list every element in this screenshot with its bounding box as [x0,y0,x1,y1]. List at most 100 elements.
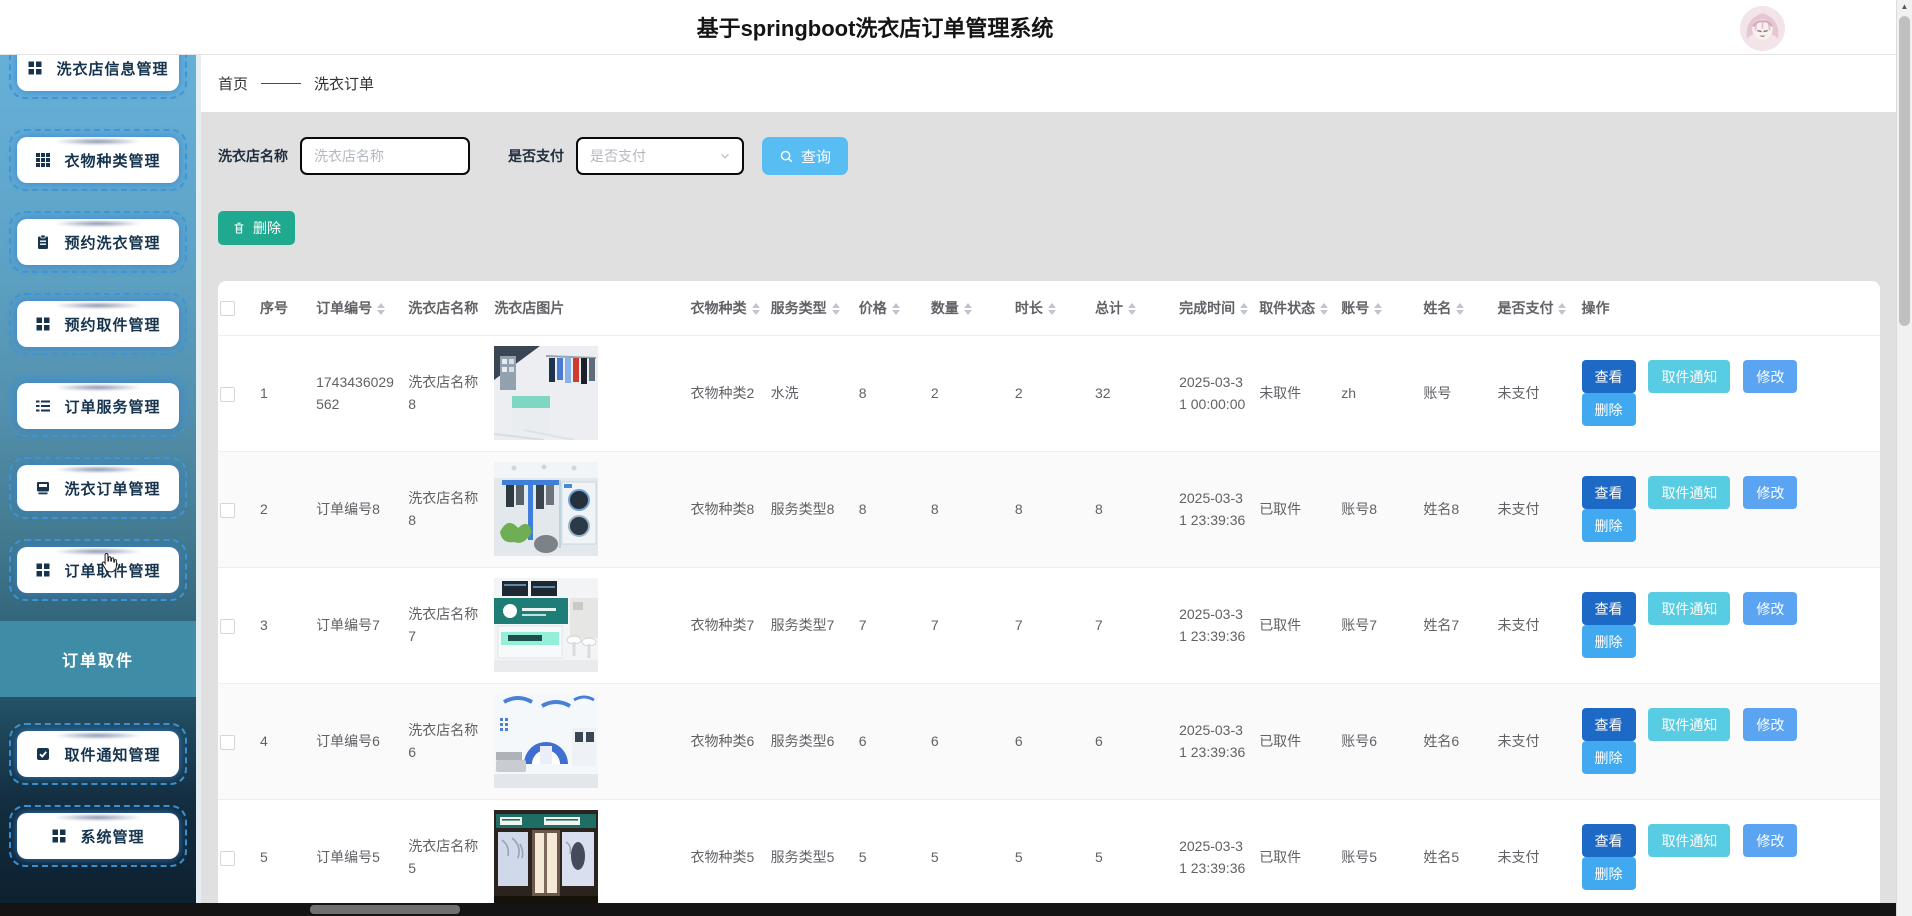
row-checkbox[interactable] [220,735,235,750]
cell-total: 7 [1093,567,1177,683]
delete-button[interactable]: 删除 [1582,741,1636,774]
pay-status-select[interactable]: 是否支付 [576,137,744,175]
sidebar-scrollbar[interactable] [196,55,201,903]
sort-icon[interactable] [1320,303,1328,315]
horizontal-scroll-thumb[interactable] [310,905,460,914]
check-square-icon [35,746,51,762]
sort-icon[interactable] [752,303,760,315]
col-header-finish-time[interactable]: 完成时间 [1177,281,1257,335]
vertical-scroll-thumb[interactable] [1899,16,1910,326]
cell-pickup-status: 已取件 [1257,683,1339,799]
breadcrumb: 首页 洗衣订单 [201,55,1896,112]
sidebar-item-label: 订单服务管理 [64,396,160,417]
cell-paid: 未支付 [1495,567,1579,683]
cell-service-type: 服务类型8 [769,451,857,567]
sort-icon[interactable] [1240,303,1248,315]
table-row: 2 订单编号8 洗衣店名称8 [218,451,1880,567]
pay-status-label: 是否支付 [508,146,564,166]
sort-icon[interactable] [964,303,972,315]
breadcrumb-home[interactable]: 首页 [218,73,248,94]
row-checkbox[interactable] [220,387,235,402]
row-checkbox[interactable] [220,503,235,518]
shop-photo [494,346,598,440]
col-header-total[interactable]: 总计 [1093,281,1177,335]
edit-button[interactable]: 修改 [1743,708,1797,741]
table-row: 4 订单编号6 洗衣店名称6 [218,683,1880,799]
grid-icon [35,562,51,578]
shop-photo [494,810,598,903]
col-header-name[interactable]: 姓名 [1421,281,1495,335]
pickup-notify-button[interactable]: 取件通知 [1648,476,1730,509]
sort-icon[interactable] [1558,303,1566,315]
sort-icon[interactable] [1374,303,1382,315]
sidebar-submenu-order-pickup-active[interactable]: 订单取件 [0,621,196,697]
cell-shop-name: 洗衣店名称6 [406,683,492,799]
breadcrumb-current: 洗衣订单 [314,73,374,94]
delete-button[interactable]: 删除 [1582,393,1636,426]
table-row: 5 订单编号5 洗衣店名称5 [218,799,1880,903]
grid-icon [35,316,51,332]
cell-quantity: 8 [929,451,1013,567]
delete-button[interactable]: 删除 [1582,857,1636,890]
row-checkbox[interactable] [220,619,235,634]
col-header-price[interactable]: 价格 [857,281,929,335]
sidebar-item-system-mgmt[interactable]: 系统管理 [9,805,187,867]
cell-shop-name: 洗衣店名称8 [406,451,492,567]
avatar-image [1740,6,1785,51]
sidebar-item-order-pickup-mgmt[interactable]: 订单取件管理 [9,539,187,601]
shop-name-input[interactable] [300,137,470,175]
edit-button[interactable]: 修改 [1743,476,1797,509]
sort-icon[interactable] [832,303,840,315]
col-header-account[interactable]: 账号 [1339,281,1421,335]
grid-icon [27,60,43,76]
scroll-up-arrow[interactable]: ▲ [1897,2,1912,11]
horizontal-scrollbar[interactable] [0,903,1896,916]
cell-total: 6 [1093,683,1177,799]
col-header-service-type[interactable]: 服务类型 [769,281,857,335]
shop-photo [494,694,598,788]
view-button[interactable]: 查看 [1582,708,1636,741]
sidebar-item-shop-info[interactable]: 洗衣店信息管理 [9,55,187,99]
view-button[interactable]: 查看 [1582,824,1636,857]
col-header-quantity[interactable]: 数量 [929,281,1013,335]
sort-icon[interactable] [1048,303,1056,315]
avatar[interactable] [1740,6,1785,51]
chevron-down-icon [718,149,732,163]
sidebar-item-laundry-orders[interactable]: 洗衣订单管理 [9,457,187,519]
sidebar-item-label: 预约取件管理 [64,314,160,335]
view-button[interactable]: 查看 [1582,360,1636,393]
sidebar-item-pickup-notify[interactable]: 取件通知管理 [9,723,187,785]
select-all-checkbox[interactable] [220,301,235,316]
sidebar-item-clothing-types[interactable]: 衣物种类管理 [9,129,187,191]
edit-button[interactable]: 修改 [1743,592,1797,625]
sidebar-item-laundry-booking[interactable]: 预约洗衣管理 [9,211,187,273]
sort-icon[interactable] [377,303,385,315]
pickup-notify-button[interactable]: 取件通知 [1648,824,1730,857]
row-checkbox[interactable] [220,851,235,866]
sort-icon[interactable] [892,303,900,315]
col-header-duration[interactable]: 时长 [1013,281,1093,335]
delete-button[interactable]: 删除 [1582,509,1636,542]
pickup-notify-button[interactable]: 取件通知 [1648,592,1730,625]
breadcrumb-separator [261,83,301,84]
cell-duration: 5 [1013,799,1093,903]
sort-icon[interactable] [1456,303,1464,315]
edit-button[interactable]: 修改 [1743,824,1797,857]
sidebar-item-order-service[interactable]: 订单服务管理 [9,375,187,437]
col-header-pickup-status[interactable]: 取件状态 [1257,281,1339,335]
col-header-shop-name: 洗衣店名称 [406,281,492,335]
col-header-clothing-type[interactable]: 衣物种类 [689,281,769,335]
bulk-delete-button[interactable]: 删除 [218,211,295,245]
col-header-paid[interactable]: 是否支付 [1495,281,1579,335]
delete-button[interactable]: 删除 [1582,625,1636,658]
view-button[interactable]: 查看 [1582,592,1636,625]
sort-icon[interactable] [1128,303,1136,315]
edit-button[interactable]: 修改 [1743,360,1797,393]
sidebar-item-pickup-booking[interactable]: 预约取件管理 [9,293,187,355]
col-header-order-no[interactable]: 订单编号 [314,281,406,335]
view-button[interactable]: 查看 [1582,476,1636,509]
vertical-scrollbar[interactable]: ▲ [1896,0,1912,916]
search-button[interactable]: 查询 [762,137,848,175]
pickup-notify-button[interactable]: 取件通知 [1648,360,1730,393]
pickup-notify-button[interactable]: 取件通知 [1648,708,1730,741]
